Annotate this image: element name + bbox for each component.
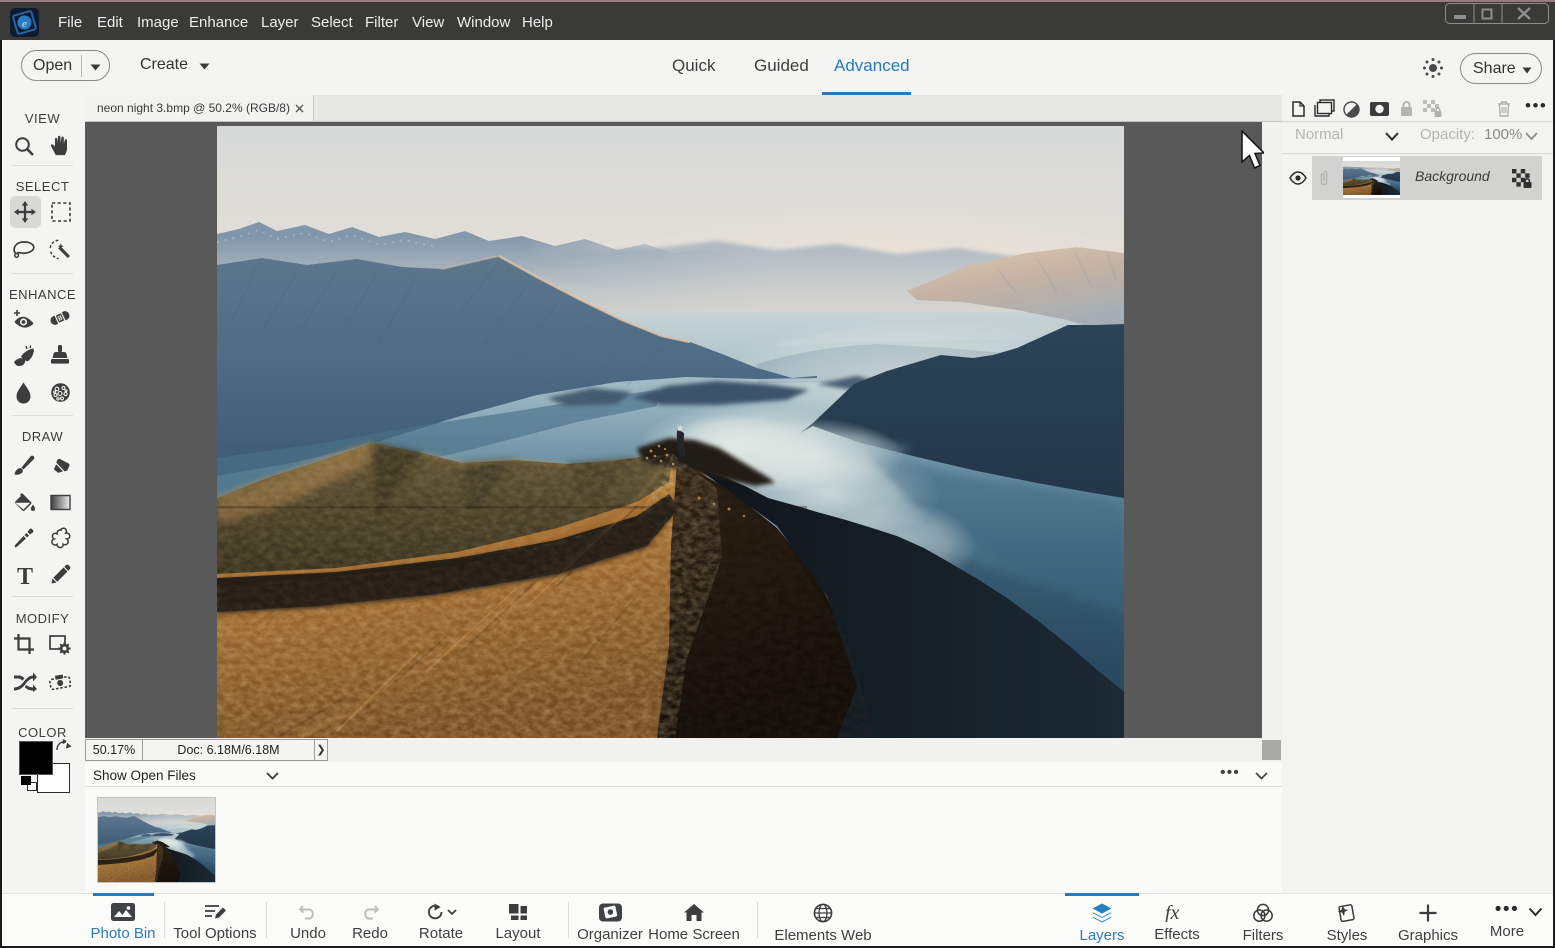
svg-text:e: e xyxy=(22,18,27,30)
svg-text:fx: fx xyxy=(1165,903,1180,922)
